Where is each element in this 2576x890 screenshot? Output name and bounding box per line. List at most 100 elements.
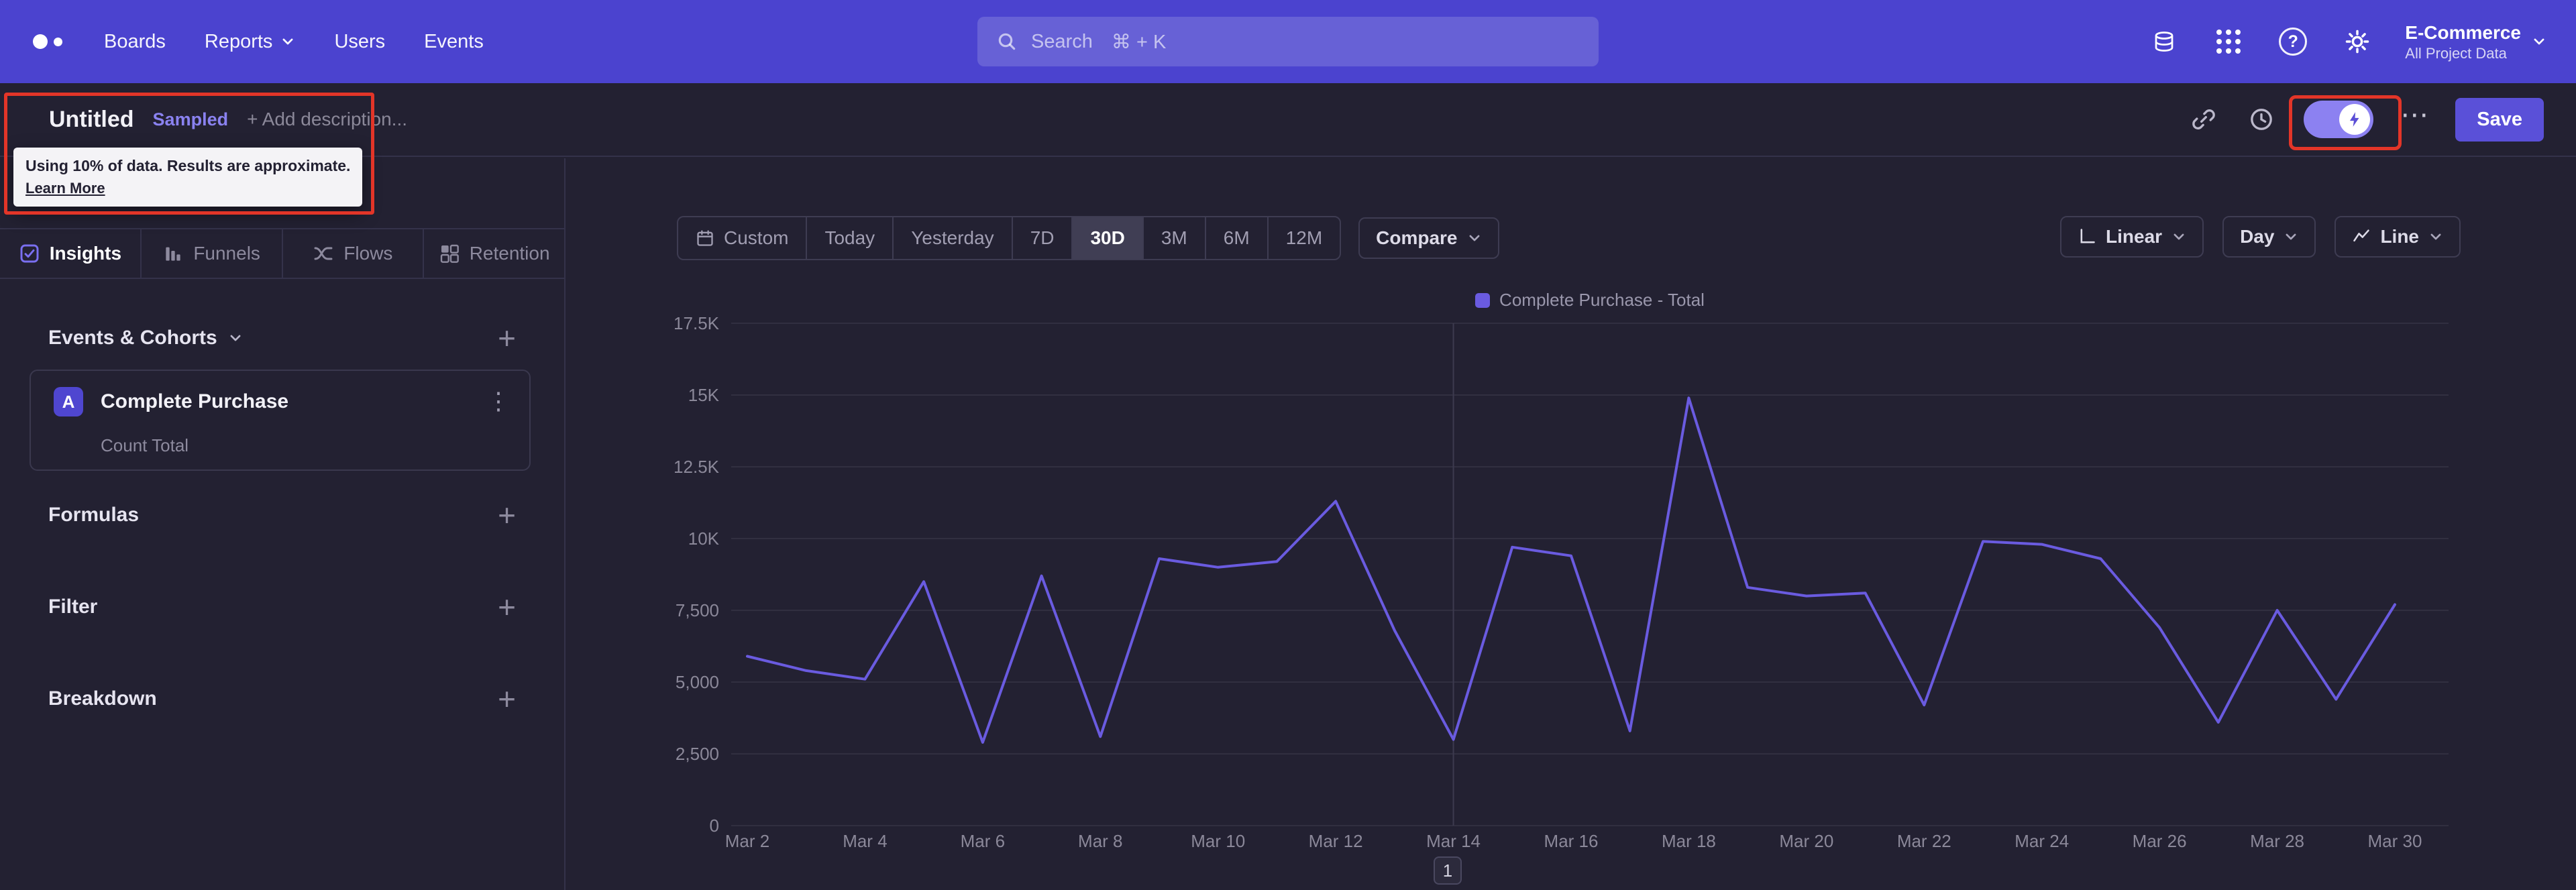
range-6m[interactable]: 6M <box>1204 217 1267 259</box>
granularity-selector[interactable]: Day <box>2222 216 2316 258</box>
history-clock-icon[interactable] <box>2246 104 2277 135</box>
copy-link-icon[interactable] <box>2188 104 2219 135</box>
sampling-toggle[interactable] <box>2304 101 2374 138</box>
chevron-down-icon <box>2534 38 2544 45</box>
search-input[interactable]: Search ⌘ + K <box>977 17 1599 66</box>
range-custom[interactable]: Custom <box>678 217 806 259</box>
add-event-button[interactable]: + <box>498 323 516 353</box>
svg-text:10K: 10K <box>688 529 720 549</box>
insights-icon <box>20 244 39 263</box>
events-cohorts-toggle[interactable]: Events & Cohorts <box>48 327 243 349</box>
svg-text:Mar 24: Mar 24 <box>2015 831 2069 851</box>
tab-flows[interactable]: Flows <box>281 229 423 278</box>
save-button[interactable]: Save <box>2455 97 2544 142</box>
compare-button[interactable]: Compare <box>1358 217 1499 259</box>
add-description[interactable]: + Add description... <box>247 109 407 130</box>
nav-item-reports[interactable]: Reports <box>205 31 296 53</box>
svg-text:0: 0 <box>710 816 719 836</box>
project-selector[interactable]: E-Commerce All Project Data <box>2405 21 2546 63</box>
data-icon[interactable] <box>2147 25 2181 58</box>
search-shortcut: ⌘ + K <box>1111 31 1167 53</box>
top-nav: Boards Reports Users Events Search ⌘ + K… <box>0 0 2576 83</box>
line-chart-icon <box>2353 229 2370 242</box>
svg-text:Mar 12: Mar 12 <box>1309 831 1363 851</box>
chevron-down-icon <box>1469 235 1479 241</box>
scale-selector[interactable]: Linear <box>2060 216 2204 258</box>
svg-text:5,000: 5,000 <box>676 672 719 692</box>
range-yesterday[interactable]: Yesterday <box>892 217 1012 259</box>
svg-text:Mar 28: Mar 28 <box>2250 831 2304 851</box>
svg-text:Mar 2: Mar 2 <box>725 831 769 851</box>
legend-swatch <box>1475 292 1491 308</box>
event-card[interactable]: A Complete Purchase ⋮ Count Total <box>30 370 531 471</box>
tab-insights[interactable]: Insights <box>0 229 140 278</box>
report-type-tabs: Insights Funnels Flows Retention <box>0 228 564 279</box>
chevron-down-icon <box>2174 233 2184 240</box>
svg-text:Mar 4: Mar 4 <box>843 831 887 851</box>
svg-text:Mar 30: Mar 30 <box>2368 831 2422 851</box>
event-measurement[interactable]: Count Total <box>101 435 189 456</box>
nav-item-events[interactable]: Events <box>424 31 484 53</box>
range-3m[interactable]: 3M <box>1142 217 1205 259</box>
topnav-right: ? E-Commerce All Project Data <box>2147 21 2546 63</box>
apps-grid-icon[interactable] <box>2212 25 2245 58</box>
nav-item-users[interactable]: Users <box>334 31 385 53</box>
range-today[interactable]: Today <box>806 217 892 259</box>
tab-retention[interactable]: Retention <box>423 229 564 278</box>
filter-section: Filter + <box>48 590 516 624</box>
app-logo[interactable] <box>33 34 62 49</box>
svg-text:15K: 15K <box>688 385 720 405</box>
project-name: E-Commerce <box>2405 21 2521 43</box>
line-chart[interactable]: 0 2,500 5,000 7,500 10K 12.5K 15K 17.5K Mar 2 Mar… <box>637 307 2469 863</box>
svg-text:Mar 14: Mar 14 <box>1426 831 1481 851</box>
svg-text:Mar 26: Mar 26 <box>2133 831 2187 851</box>
flows-icon <box>314 247 333 260</box>
event-menu-button[interactable]: ⋮ <box>486 387 511 415</box>
formulas-section: Formulas + <box>48 498 516 533</box>
range-7d[interactable]: 7D <box>1011 217 1072 259</box>
svg-text:Mar 22: Mar 22 <box>1897 831 1951 851</box>
svg-text:Mar 18: Mar 18 <box>1662 831 1716 851</box>
logo-dot-icon <box>54 37 62 46</box>
chart-type-selector[interactable]: Line <box>2334 216 2461 258</box>
svg-text:2,500: 2,500 <box>676 744 719 764</box>
svg-text:Mar 16: Mar 16 <box>1544 831 1599 851</box>
add-filter-button[interactable]: + <box>498 592 516 622</box>
chevron-down-icon <box>282 38 293 45</box>
svg-text:17.5K: 17.5K <box>674 313 720 333</box>
chart-panel: Custom Today Yesterday 7D 30D 3M 6M 12M … <box>566 158 2576 890</box>
search-placeholder: Search <box>1031 30 1093 52</box>
tab-funnels[interactable]: Funnels <box>140 229 282 278</box>
logo-dot-icon <box>33 34 48 49</box>
chevron-down-icon <box>2286 233 2296 240</box>
add-formula-button[interactable]: + <box>498 500 516 531</box>
report-title[interactable]: Untitled <box>49 107 134 133</box>
svg-text:Mar 10: Mar 10 <box>1191 831 1245 851</box>
linear-axes-icon <box>2080 229 2095 243</box>
date-range-segmented-control: Custom Today Yesterday 7D 30D 3M 6M 12M <box>677 216 1342 260</box>
search-icon <box>998 33 1016 50</box>
learn-more-link[interactable]: Learn More <box>25 180 105 197</box>
chevron-down-icon <box>2430 233 2441 240</box>
calendar-icon <box>697 230 713 246</box>
svg-text:12.5K: 12.5K <box>674 457 720 477</box>
content: Insights Funnels Flows Retention Events … <box>0 158 2576 890</box>
help-icon[interactable]: ? <box>2276 25 2310 58</box>
settings-gear-icon[interactable] <box>2341 25 2374 58</box>
query-sidebar: Insights Funnels Flows Retention Events … <box>0 158 566 890</box>
tooltip-text: Using 10% of data. Results are approxima… <box>25 157 351 174</box>
svg-text:7,500: 7,500 <box>676 600 719 620</box>
nav-item-boards[interactable]: Boards <box>104 31 166 53</box>
add-breakdown-button[interactable]: + <box>498 683 516 714</box>
range-12m[interactable]: 12M <box>1267 217 1340 259</box>
lightning-bolt-icon <box>2350 112 2359 127</box>
report-header-bar: Untitled Sampled + Add description... Us… <box>0 83 2576 207</box>
more-options-button[interactable]: ⋯ <box>2400 101 2428 138</box>
main-nav: Boards Reports Users Events <box>104 31 484 53</box>
events-cohorts-header: Events & Cohorts + <box>0 317 564 359</box>
svg-text:Mar 6: Mar 6 <box>961 831 1005 851</box>
sampled-badge[interactable]: Sampled <box>153 109 229 130</box>
event-name[interactable]: Complete Purchase <box>101 390 288 413</box>
range-30d[interactable]: 30D <box>1071 217 1142 259</box>
page-indicator[interactable]: 1 <box>1434 856 1462 885</box>
